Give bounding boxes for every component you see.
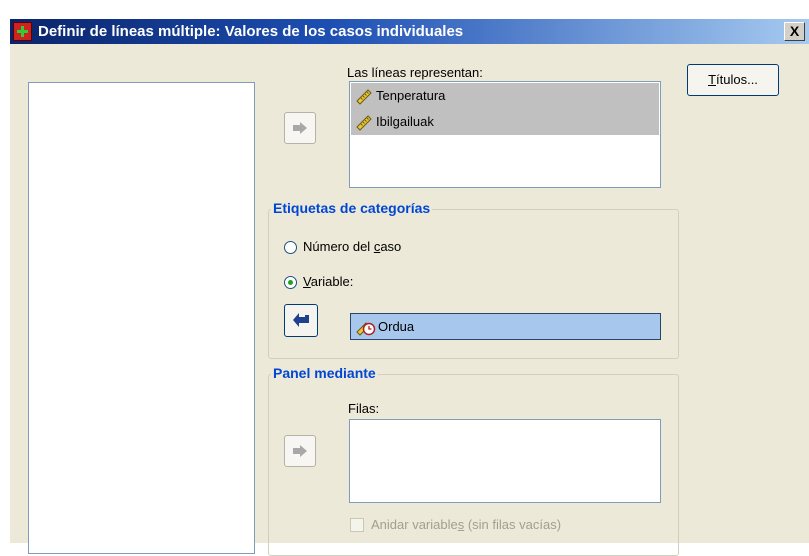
source-variable-list[interactable] xyxy=(28,82,255,554)
app-icon xyxy=(13,22,32,41)
arrow-right-icon xyxy=(293,445,307,457)
variable-label[interactable]: Variable: xyxy=(303,274,353,289)
case-number-label[interactable]: Número del caso xyxy=(303,239,401,254)
lines-listbox[interactable]: Tenperatura Ibilgailuak xyxy=(349,81,661,188)
category-variable-field[interactable]: Ordua xyxy=(350,313,661,340)
move-to-variable-button[interactable] xyxy=(284,304,318,337)
rows-listbox[interactable] xyxy=(349,419,661,503)
category-variable-value: Ordua xyxy=(378,319,415,334)
move-to-lines-button[interactable] xyxy=(284,112,316,144)
nest-variables-label[interactable]: Anidar variables (sin filas vacías) xyxy=(371,517,561,532)
category-labels-group: Etiquetas de categorías Número del caso … xyxy=(268,200,679,359)
category-labels-legend: Etiquetas de categorías xyxy=(271,200,433,216)
ruler-scale-icon xyxy=(356,115,372,131)
rows-label: Filas: xyxy=(348,401,380,416)
arrow-left-icon xyxy=(293,313,309,327)
ruler-scale-icon xyxy=(356,89,372,105)
ordinal-scale-icon xyxy=(356,322,376,336)
panel-by-legend: Panel mediante xyxy=(271,365,378,381)
dialog-body: Las líneas representan: Tenperatura Ibil… xyxy=(10,44,809,556)
list-item[interactable]: Tenperatura xyxy=(351,83,659,109)
move-to-rows-button[interactable] xyxy=(284,435,316,467)
titles-button[interactable]: Títulos... xyxy=(687,64,779,96)
panel-by-group: Panel mediante Filas: Anidar variables (… xyxy=(268,365,679,556)
list-item-label: Ibilgailuak xyxy=(376,114,434,129)
close-button[interactable]: X xyxy=(784,22,805,41)
list-item[interactable]: Ibilgailuak xyxy=(351,109,659,135)
nest-variables-checkbox[interactable] xyxy=(350,518,364,532)
list-item-label: Tenperatura xyxy=(376,88,446,103)
window-title: Definir de líneas múltiple: Valores de l… xyxy=(38,23,464,40)
title-bar: Definir de líneas múltiple: Valores de l… xyxy=(10,19,809,44)
variable-radio[interactable] xyxy=(284,276,297,289)
lines-label: Las líneas representan: xyxy=(347,65,483,80)
arrow-right-icon xyxy=(293,122,307,134)
case-number-radio[interactable] xyxy=(284,241,297,254)
